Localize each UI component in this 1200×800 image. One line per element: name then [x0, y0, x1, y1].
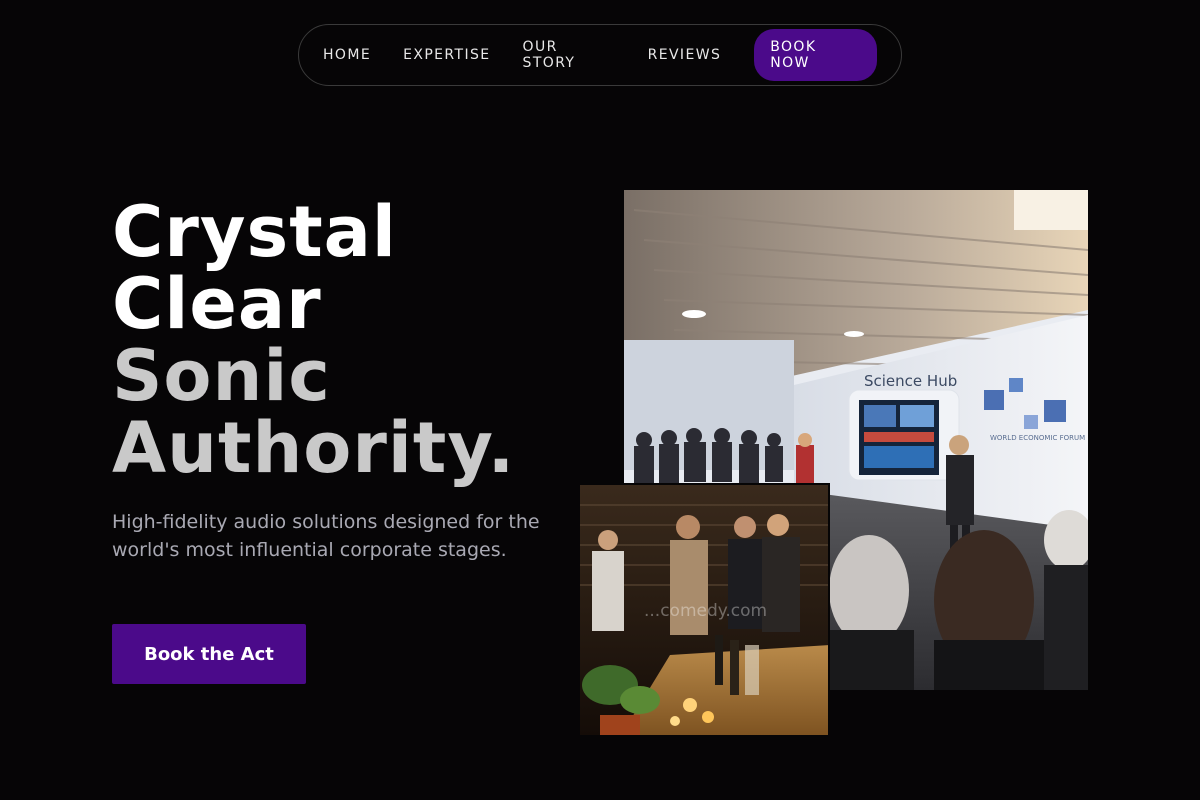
nav-our-story[interactable]: OUR STORY [523, 39, 616, 71]
top-nav: HOME EXPERTISE OUR STORY REVIEWS BOOK NO… [298, 24, 902, 86]
hero-title-line-2: Clear [112, 263, 322, 345]
book-the-act-button[interactable]: Book the Act [112, 624, 306, 684]
science-hub-sign: Science Hub [864, 372, 957, 390]
hero-title-line-1: Crystal [112, 191, 397, 273]
hero-subtitle: High-fidelity audio solutions designed f… [112, 511, 540, 561]
networking-photo: ...comedy.com [580, 483, 830, 735]
wef-logo-text: WORLD ECONOMIC FORUM [990, 434, 1085, 442]
nav-expertise[interactable]: EXPERTISE [403, 47, 490, 63]
hero-title-line-3: Sonic [112, 335, 331, 417]
nav-reviews[interactable]: REVIEWS [648, 47, 722, 63]
hero-title-line-4: Authority. [112, 407, 516, 489]
page: HOME EXPERTISE OUR STORY REVIEWS BOOK NO… [0, 0, 1200, 800]
hero-title: Crystal Clear Sonic Authority. [112, 196, 515, 484]
nav-home[interactable]: HOME [323, 47, 371, 63]
book-now-button[interactable]: BOOK NOW [754, 29, 877, 81]
photo-watermark: ...comedy.com [644, 601, 768, 621]
